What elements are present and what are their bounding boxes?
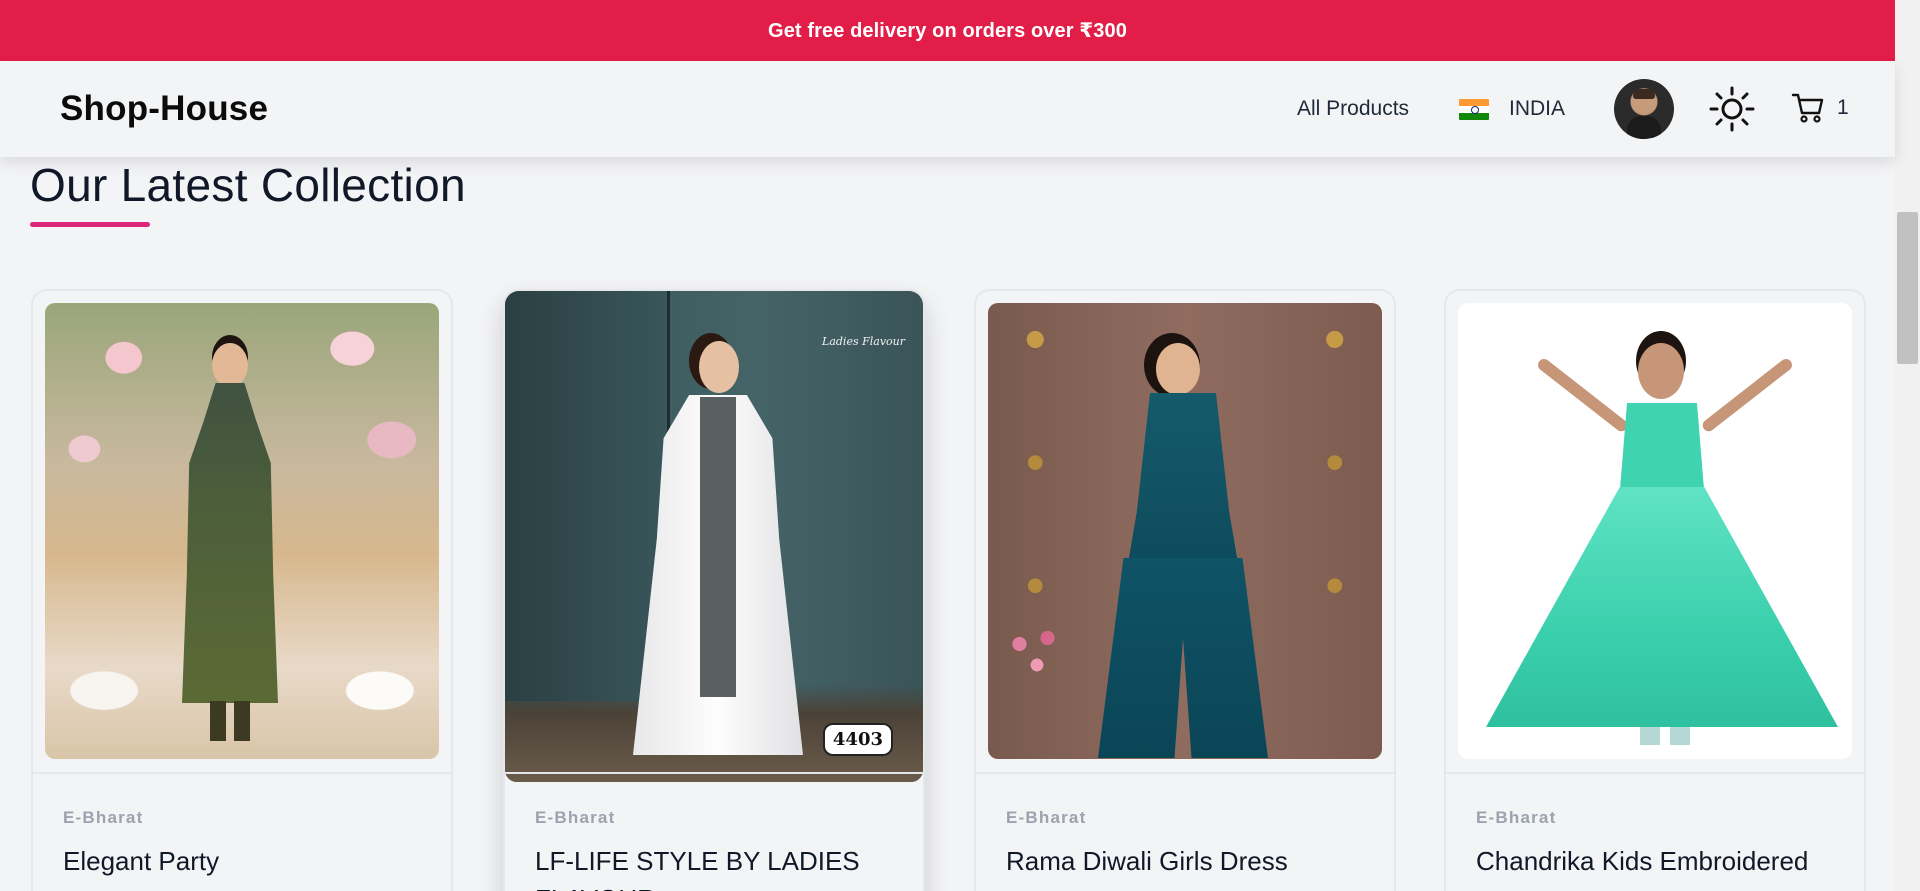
cart-count: 1	[1837, 96, 1849, 119]
product-brand: E-Bharat	[1476, 808, 1557, 827]
user-avatar[interactable]	[1614, 79, 1674, 139]
country-selector[interactable]: INDIA	[1459, 97, 1565, 121]
product-name[interactable]: LF-LIFE STYLE BY LADIES FLAVOUR	[535, 842, 893, 891]
country-label: INDIA	[1509, 97, 1566, 120]
product-name[interactable]: Elegant Party	[63, 842, 421, 880]
product-card[interactable]: E-Bharat Chandrika Kids Embroidered	[1444, 289, 1866, 891]
shopping-cart-icon	[1791, 93, 1824, 123]
product-name[interactable]: Rama Diwali Girls Dress	[1006, 842, 1364, 880]
product-image[interactable]	[45, 303, 439, 759]
product-brand: E-Bharat	[1006, 808, 1087, 827]
theme-toggle-button[interactable]	[1709, 86, 1755, 132]
page-scrollbar[interactable]	[1895, 0, 1920, 891]
title-underline	[30, 222, 150, 227]
product-card[interactable]: E-Bharat Elegant Party	[31, 289, 453, 891]
announcement-text: Get free delivery on orders over ₹300	[768, 20, 1127, 42]
product-brand: E-Bharat	[535, 808, 616, 827]
nav-all-products[interactable]: All Products	[1297, 97, 1409, 121]
product-name[interactable]: Chandrika Kids Embroidered	[1476, 842, 1834, 880]
product-info: E-Bharat Rama Diwali Girls Dress	[976, 772, 1394, 891]
product-card[interactable]: Ladies Flavour 4403 E-Bharat LF-LIFE STY…	[503, 289, 925, 891]
site-logo[interactable]: Shop-House	[60, 89, 268, 129]
page: Get free delivery on orders over ₹300 Sh…	[0, 0, 1920, 891]
site-header: Shop-House All Products INDIA 1	[0, 61, 1895, 157]
product-brand: E-Bharat	[63, 808, 144, 827]
product-image[interactable]: Ladies Flavour 4403	[505, 291, 923, 782]
sun-icon	[1709, 86, 1755, 132]
image-logo-text: Ladies Flavour	[822, 335, 905, 348]
india-flag-icon	[1459, 98, 1489, 120]
product-card[interactable]: E-Bharat Rama Diwali Girls Dress	[974, 289, 1396, 891]
product-info: E-Bharat Chandrika Kids Embroidered	[1446, 772, 1864, 891]
product-image[interactable]	[988, 303, 1382, 759]
product-info: E-Bharat Elegant Party	[33, 772, 451, 891]
product-info: E-Bharat LF-LIFE STYLE BY LADIES FLAVOUR	[505, 772, 923, 891]
scrollbar-thumb[interactable]	[1897, 212, 1918, 364]
image-badge: 4403	[822, 723, 893, 756]
announcement-bar: Get free delivery on orders over ₹300	[0, 0, 1895, 61]
cart-button[interactable]: 1	[1791, 91, 1849, 125]
section-title: Our Latest Collection	[30, 159, 466, 211]
product-image[interactable]	[1458, 303, 1852, 759]
